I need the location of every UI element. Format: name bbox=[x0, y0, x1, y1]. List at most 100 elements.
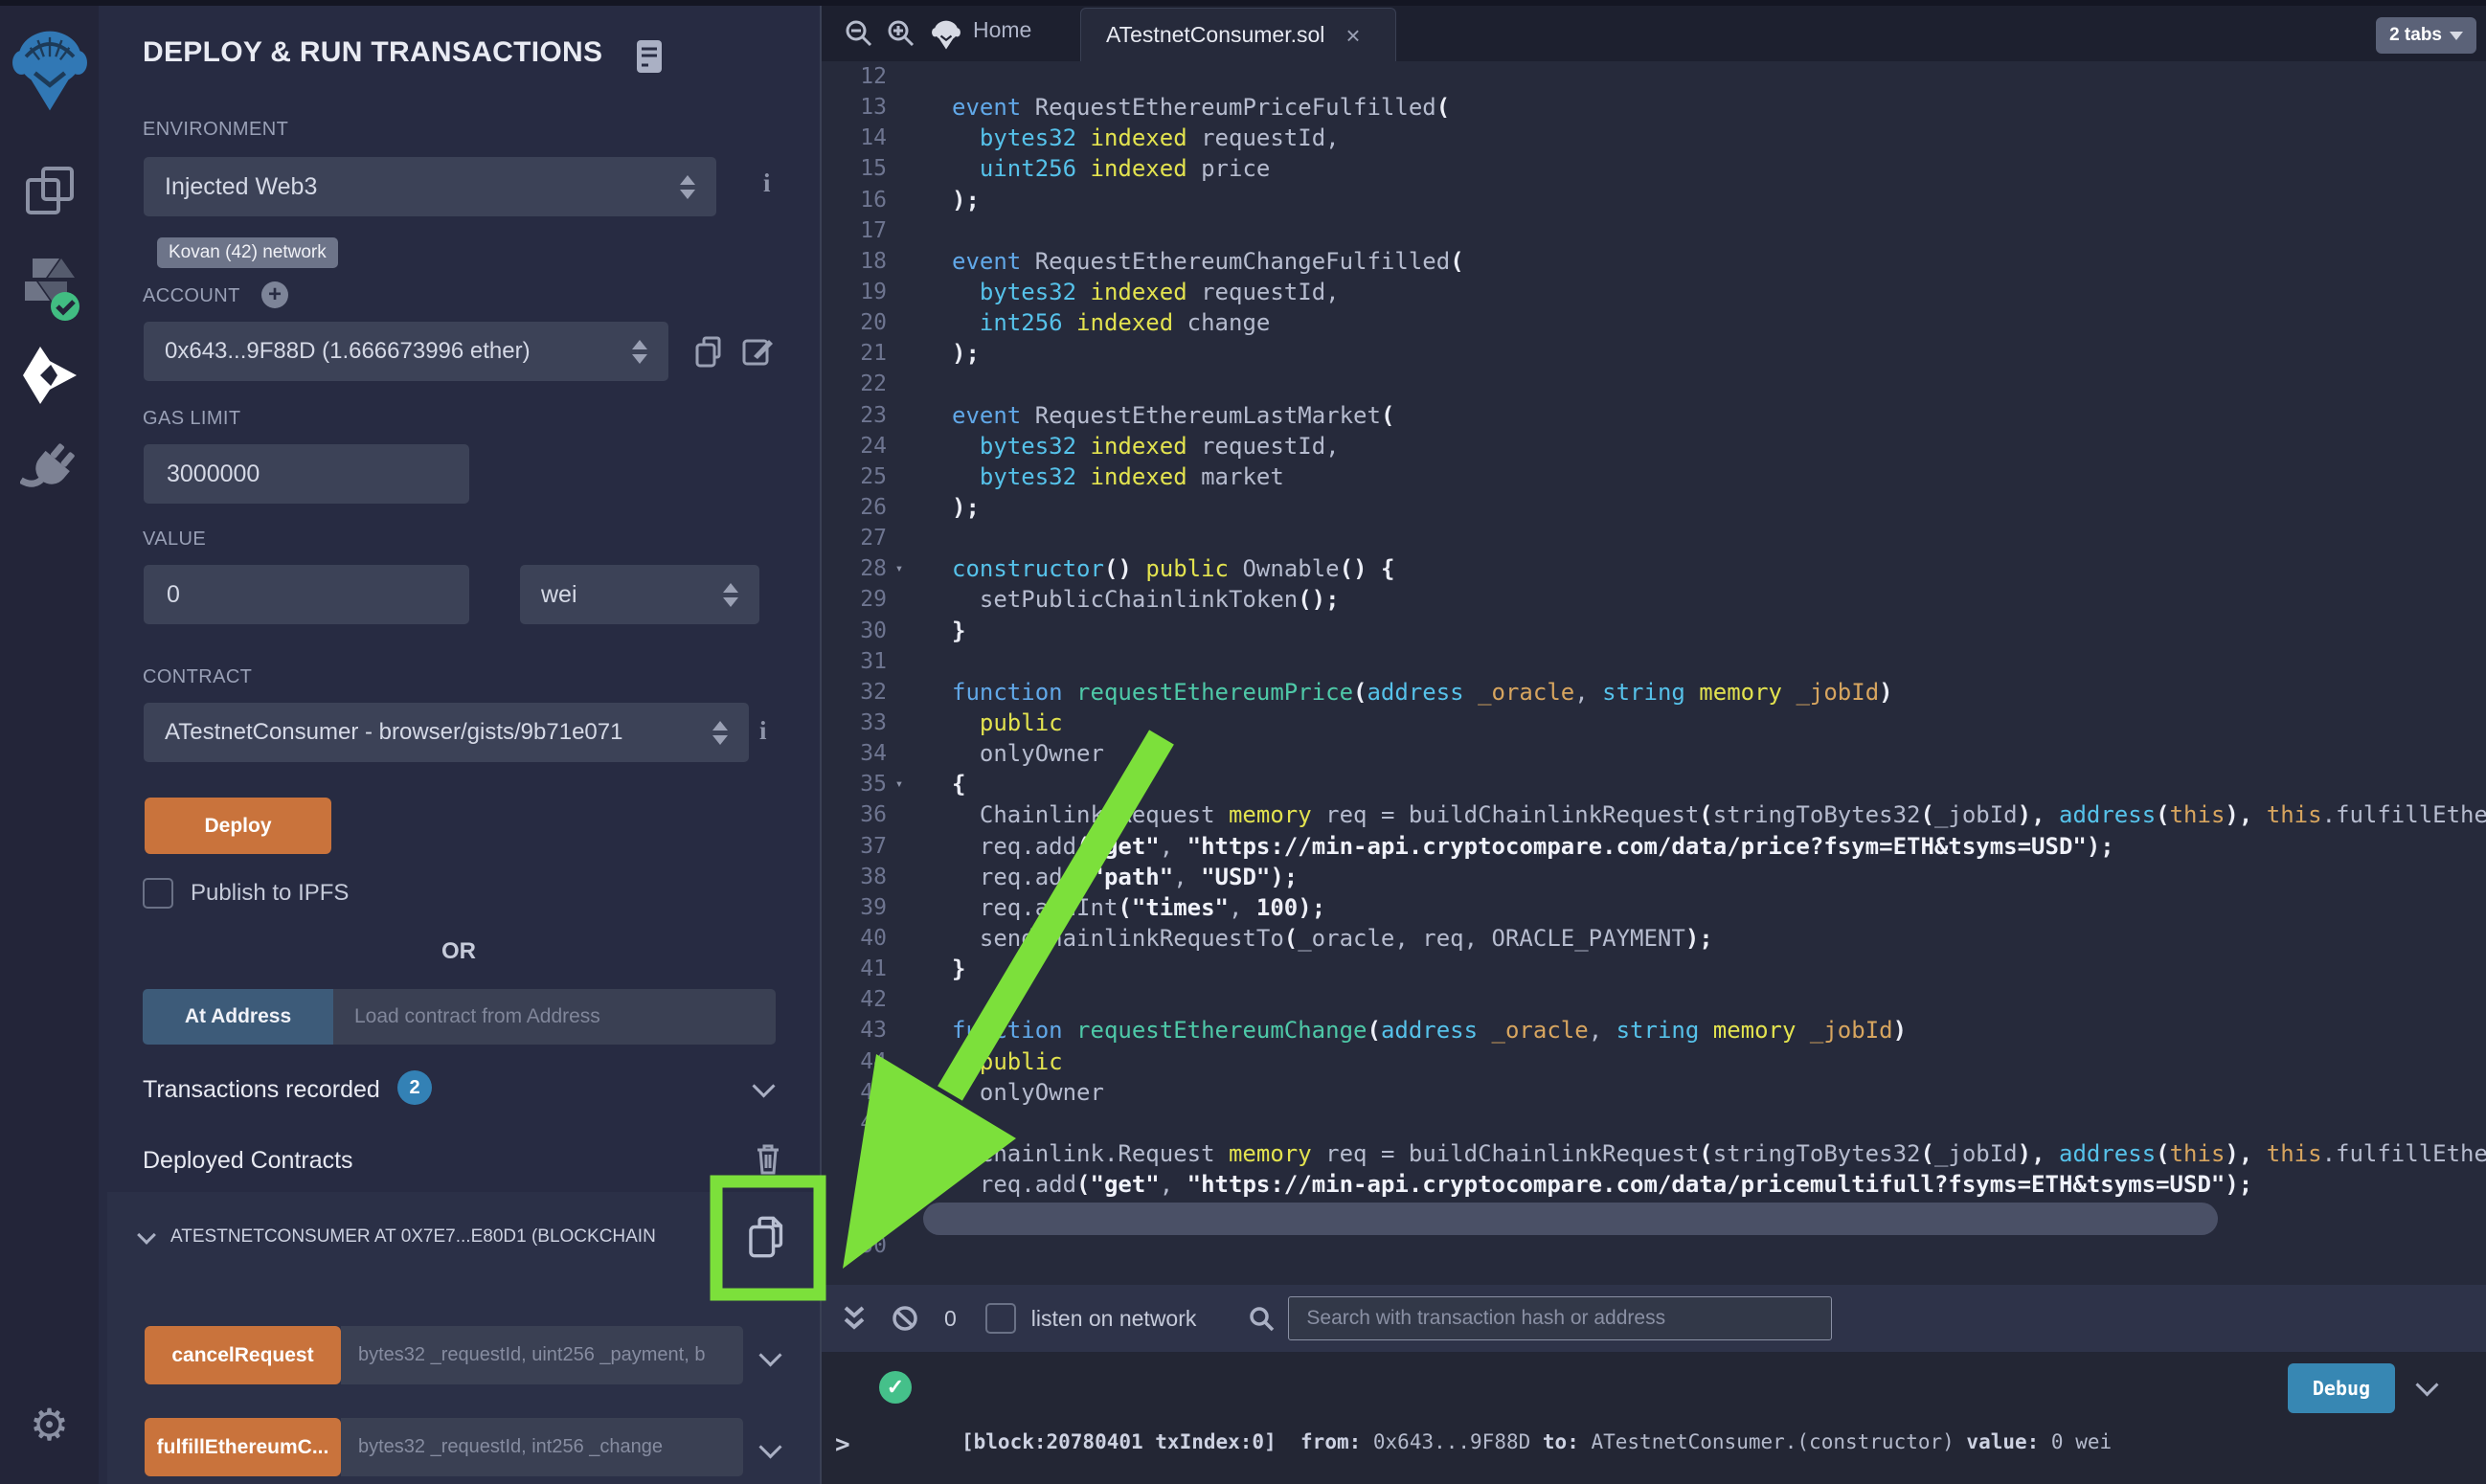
code-line: 40 sendChainlinkRequestTo(_oracle, req, … bbox=[822, 923, 2486, 954]
add-account-icon[interactable]: + bbox=[261, 281, 288, 308]
transactions-collapse-icon[interactable] bbox=[752, 1074, 775, 1097]
environment-select[interactable]: Injected Web3 bbox=[144, 157, 716, 216]
gas-limit-label: GAS LIMIT bbox=[143, 408, 241, 430]
contract-expand-icon[interactable] bbox=[137, 1225, 156, 1245]
code-line: 19 bytes32 indexed requestId, bbox=[822, 277, 2486, 307]
code-line: 29 setPublicChainlinkToken(); bbox=[822, 584, 2486, 615]
code-line: 38 req.add("path", "USD"); bbox=[822, 862, 2486, 892]
terminal-prompt: > bbox=[835, 1430, 850, 1459]
terminal-toolbar: 0 listen on network bbox=[822, 1285, 2486, 1352]
gas-limit-input[interactable] bbox=[144, 444, 469, 504]
listen-network-label: listen on network bbox=[1031, 1306, 1197, 1332]
code-line: 46▾{ bbox=[822, 1108, 2486, 1138]
zoom-in-icon[interactable] bbox=[887, 19, 915, 48]
code-line: 42 bbox=[822, 984, 2486, 1015]
icon-rail: ⚙ bbox=[0, 6, 99, 1484]
terminal-search-input[interactable] bbox=[1288, 1296, 1832, 1340]
editor-tabbar: Home ATestnetConsumer.sol × 2 tabs bbox=[822, 6, 2486, 61]
cancelrequest-button[interactable]: cancelRequest bbox=[145, 1326, 341, 1384]
tab-home[interactable]: Home bbox=[973, 17, 1031, 43]
fulfillethereumchange-button[interactable]: fulfillEthereumC... bbox=[145, 1418, 341, 1476]
close-tab-icon[interactable]: × bbox=[1345, 23, 1360, 48]
code-editor-area: Home ATestnetConsumer.sol × 2 tabs 1213e… bbox=[822, 6, 2486, 1285]
pending-tx-count: 0 bbox=[944, 1306, 957, 1332]
code-line: 48 req.add("get", "https://min-api.crypt… bbox=[822, 1169, 2486, 1200]
listen-network-checkbox[interactable] bbox=[985, 1303, 1016, 1334]
horizontal-scrollbar[interactable] bbox=[923, 1203, 2218, 1235]
chevron-down-icon bbox=[2450, 32, 2463, 40]
panel-title: DEPLOY & RUN TRANSACTIONS bbox=[143, 36, 602, 69]
at-address-button[interactable]: At Address bbox=[143, 989, 333, 1045]
or-label: OR bbox=[441, 938, 476, 965]
remix-ide: ⚙ DEPLOY & RUN TRANSACTIONS ENVIRONMENT … bbox=[0, 0, 2486, 1484]
select-arrows-icon bbox=[680, 175, 695, 199]
code-line: 13event RequestEthereumPriceFulfilled( bbox=[822, 92, 2486, 123]
select-arrows-icon bbox=[632, 340, 647, 364]
code-line: 43function requestEthereumChange(address… bbox=[822, 1015, 2486, 1046]
clear-instances-trash-icon[interactable] bbox=[754, 1141, 782, 1176]
code-lines: 1213event RequestEthereumPriceFulfilled(… bbox=[822, 61, 2486, 1261]
at-address-input[interactable] bbox=[333, 989, 776, 1045]
edit-account-icon[interactable] bbox=[742, 335, 775, 368]
account-label: ACCOUNT bbox=[143, 285, 240, 307]
solidity-compiler-icon[interactable] bbox=[0, 253, 99, 324]
tabs-count-button[interactable]: 2 tabs bbox=[2376, 17, 2476, 54]
code-editor[interactable]: 1213event RequestEthereumPriceFulfilled(… bbox=[822, 61, 2486, 1285]
transaction-log[interactable]: [block:20780401 txIndex:0] from: 0x643..… bbox=[961, 1365, 2112, 1484]
tab-active-file[interactable]: ATestnetConsumer.sol × bbox=[1080, 8, 1396, 61]
code-line: 32function requestEthereumPrice(address … bbox=[822, 677, 2486, 708]
code-line: 22 bbox=[822, 369, 2486, 399]
remix-logo-icon[interactable] bbox=[0, 27, 99, 115]
code-line: 45 onlyOwner bbox=[822, 1077, 2486, 1108]
expand-terminal-icon[interactable] bbox=[841, 1304, 868, 1333]
value-input[interactable] bbox=[144, 565, 469, 624]
account-select[interactable]: 0x643...9F88D (1.666673996 ether) bbox=[144, 322, 668, 381]
code-line: 20 int256 indexed change bbox=[822, 307, 2486, 338]
file-explorer-icon[interactable] bbox=[0, 163, 99, 220]
code-line: 35▾{ bbox=[822, 769, 2486, 799]
fulfillethereumchange-expand-icon[interactable] bbox=[758, 1435, 781, 1458]
value-label: VALUE bbox=[143, 528, 206, 551]
contract-value: ATestnetConsumer - browser/gists/9b71e07… bbox=[165, 719, 622, 746]
deploy-and-run-icon[interactable] bbox=[0, 345, 99, 406]
code-line: 15 uint256 indexed price bbox=[822, 153, 2486, 184]
value-unit-select[interactable]: wei bbox=[520, 565, 759, 624]
code-line: 36 Chainlink.Request memory req = buildC… bbox=[822, 799, 2486, 830]
publish-ipfs-checkbox[interactable] bbox=[143, 878, 173, 909]
code-line: 14 bytes32 indexed requestId, bbox=[822, 123, 2486, 153]
code-line: 25 bytes32 indexed market bbox=[822, 461, 2486, 492]
deploy-button[interactable]: Deploy bbox=[145, 798, 331, 854]
cancelrequest-expand-icon[interactable] bbox=[758, 1343, 781, 1366]
fulfillethereumchange-params-input[interactable]: bytes32 _requestId, int256 _change bbox=[341, 1418, 743, 1476]
contract-info-icon[interactable]: i bbox=[759, 716, 767, 746]
code-line: 50 bbox=[822, 1230, 2486, 1261]
clear-console-icon[interactable] bbox=[891, 1304, 919, 1333]
environment-value: Injected Web3 bbox=[165, 173, 317, 201]
tx-details-expand-icon[interactable] bbox=[2415, 1373, 2438, 1396]
plugin-manager-icon[interactable] bbox=[0, 438, 99, 498]
deployed-contracts-label: Deployed Contracts bbox=[143, 1147, 353, 1175]
code-line: 26); bbox=[822, 492, 2486, 523]
account-value: 0x643...9F88D (1.666673996 ether) bbox=[165, 338, 531, 365]
terminal-panel: 0 listen on network ✓ [block:20780401 tx… bbox=[822, 1285, 2486, 1484]
deployed-contract-header[interactable]: ATESTNETCONSUMER AT 0X7E7...E80D1 (BLOCK… bbox=[170, 1226, 774, 1248]
deployed-contract-card: ATESTNETCONSUMER AT 0X7E7...E80D1 (BLOCK… bbox=[107, 1192, 820, 1484]
debug-button[interactable]: Debug bbox=[2288, 1363, 2395, 1413]
code-line: 31 bbox=[822, 646, 2486, 677]
settings-gear-icon[interactable]: ⚙ bbox=[0, 1399, 99, 1450]
code-line: 44 public bbox=[822, 1046, 2486, 1077]
home-tab-icon[interactable] bbox=[929, 17, 963, 52]
code-line: 41} bbox=[822, 954, 2486, 984]
value-unit: wei bbox=[541, 581, 577, 609]
deploy-run-panel: DEPLOY & RUN TRANSACTIONS ENVIRONMENT In… bbox=[99, 6, 822, 1484]
copy-contract-address-icon[interactable] bbox=[747, 1213, 787, 1261]
contract-select[interactable]: ATestnetConsumer - browser/gists/9b71e07… bbox=[144, 703, 749, 762]
code-line: 39 req.addInt("times", 100); bbox=[822, 892, 2486, 923]
environment-info-icon[interactable]: i bbox=[763, 169, 771, 198]
cancelrequest-params-input[interactable]: bytes32 _requestId, uint256 _payment, b bbox=[341, 1326, 743, 1384]
zoom-out-icon[interactable] bbox=[845, 19, 873, 48]
copy-account-icon[interactable] bbox=[694, 335, 725, 370]
environment-label: ENVIRONMENT bbox=[143, 119, 288, 141]
code-line: 21); bbox=[822, 338, 2486, 369]
code-line: 17 bbox=[822, 215, 2486, 246]
